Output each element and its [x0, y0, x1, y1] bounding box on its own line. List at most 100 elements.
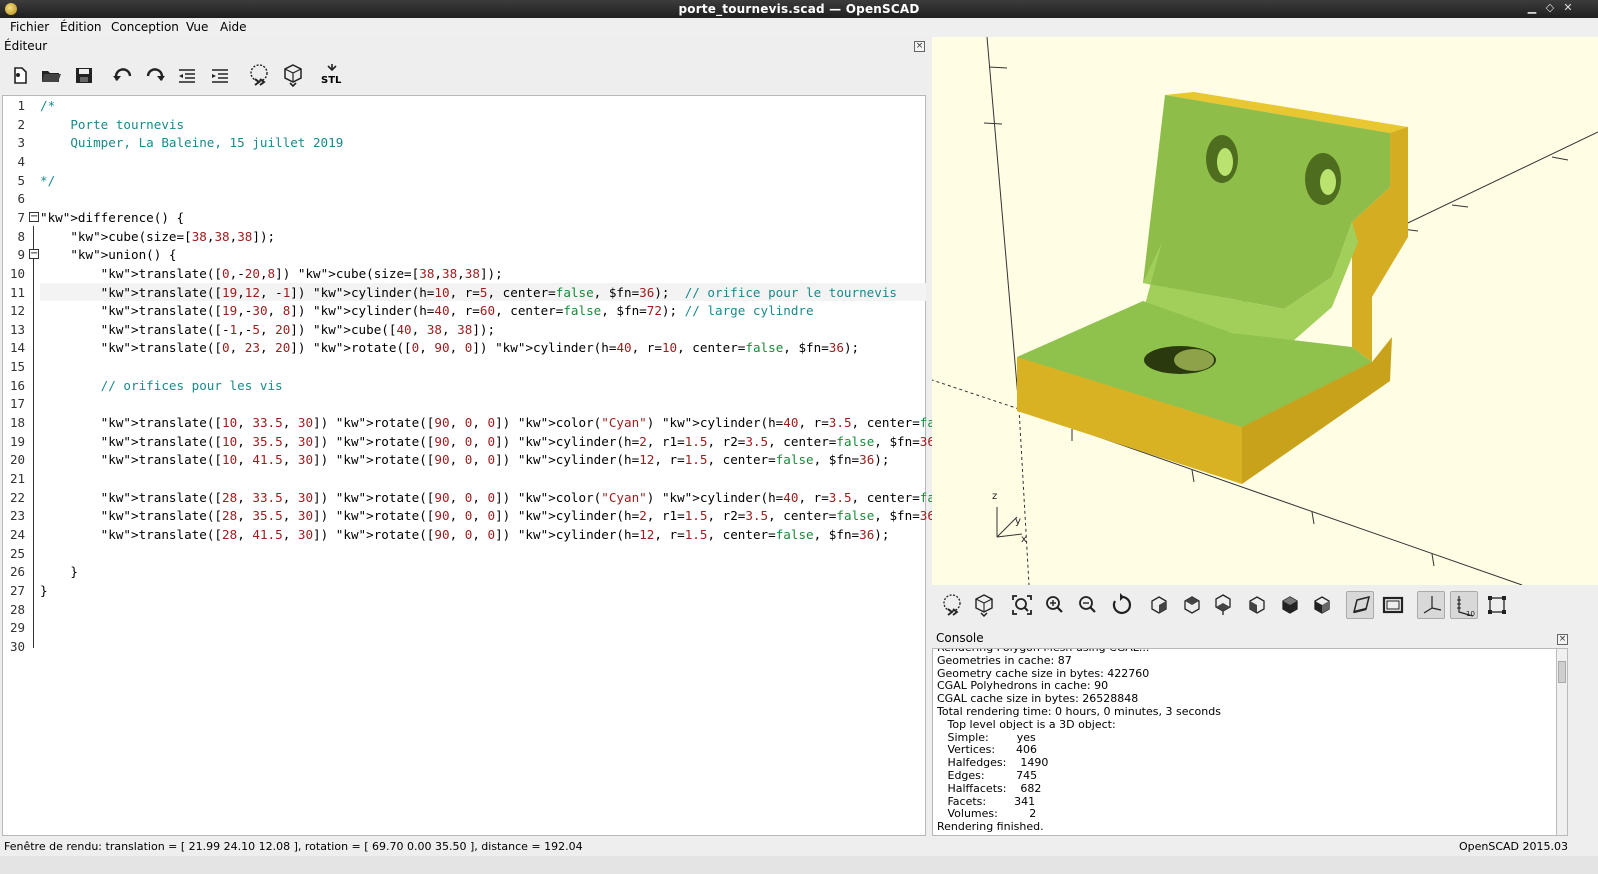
gizmo-x-label: x [1021, 534, 1027, 545]
preview-icon[interactable] [246, 62, 272, 88]
menu-aide[interactable]: Aide [220, 20, 247, 34]
show-edges-icon[interactable] [1483, 591, 1511, 619]
view-bottom-icon[interactable] [1209, 591, 1237, 619]
bottom-strip [0, 856, 1598, 874]
console-line: Geometry cache size in bytes: 422760 [937, 666, 1150, 680]
export-stl-icon[interactable]: STL [319, 62, 345, 88]
line-number: 2 [17, 116, 25, 132]
menu-conception[interactable]: Conception [111, 20, 179, 34]
view-all-icon[interactable] [1008, 591, 1036, 619]
code-line: "kw">translate([0,-20,8]) "kw">cube(size… [100, 265, 503, 281]
view-right-icon[interactable] [1145, 591, 1173, 619]
axis-z-negative [1018, 408, 1030, 585]
render-viewport[interactable]: z y x [932, 37, 1598, 585]
statusbar: Fenêtre de rendu: translation = [ 21.99 … [0, 838, 1598, 856]
gizmo-y [996, 516, 1018, 538]
code-line: // orifices pour les vis [40, 377, 283, 393]
axis-x-negative [932, 379, 1020, 410]
axis-z [986, 37, 1020, 410]
status-version: OpenSCAD 2015.03 [1458, 840, 1568, 853]
line-number: 15 [9, 359, 25, 375]
render-canvas: z y x [932, 37, 1598, 585]
render-icon[interactable] [280, 62, 306, 88]
indent-icon[interactable] [208, 62, 234, 88]
model-screw-hole-left-inner [1217, 148, 1233, 176]
line-number: 5 [17, 172, 25, 188]
console-close-icon[interactable]: × [1557, 634, 1568, 645]
render-icon[interactable] [970, 591, 998, 619]
line-number-gutter: 1 2 3 4 5 6 7 8 9 10 11 12 13 14 15 16 17 18 19 20 21 22 23 24 2… [3, 96, 40, 835]
line-number: 27 [9, 582, 25, 598]
view-toolbar: 10 [932, 586, 1598, 624]
console-line: Simple: yes [937, 730, 1036, 744]
line-number: 17 [9, 396, 25, 412]
console-line: Facets: 341 [937, 794, 1036, 808]
close-icon[interactable]: ✕ [1561, 1, 1575, 15]
open-icon[interactable] [38, 62, 64, 88]
line-number: 21 [9, 471, 25, 486]
orthogonal-icon[interactable] [1379, 591, 1407, 619]
status-render-info: Fenêtre de rendu: translation = [ 21.99 … [4, 840, 583, 853]
view-front-icon[interactable] [1276, 591, 1304, 619]
line-number: 14 [9, 340, 25, 356]
code-line: } [40, 564, 78, 580]
editor-dock-header: Éditeur × [0, 37, 930, 55]
editor-close-icon[interactable]: × [914, 41, 925, 52]
line-number: 30 [9, 638, 25, 654]
code-line: "kw">difference() { [40, 209, 185, 225]
console-output[interactable]: Rendering Polygon Mesh using CGAL...Geom… [932, 648, 1558, 836]
line-number: 25 [9, 545, 25, 561]
line-number: 13 [9, 321, 25, 337]
menu-edition[interactable]: Édition [60, 20, 102, 34]
line-number: 28 [9, 601, 25, 617]
line-number: 1 [17, 98, 25, 113]
line-number: 6 [17, 191, 25, 207]
redo-icon[interactable] [142, 62, 168, 88]
reset-view-icon[interactable] [1107, 591, 1135, 619]
view-left-icon[interactable] [1243, 591, 1271, 619]
console-line: Halffacets: 682 [937, 781, 1042, 795]
console-line: CGAL cache size in bytes: 26528848 [937, 692, 1139, 706]
view-top-icon[interactable] [1178, 591, 1206, 619]
unindent-icon[interactable] [175, 62, 201, 88]
code-line: "kw">translate([10, 41.5, 30]) "kw">rota… [100, 452, 890, 468]
console-line: CGAL Polyhedrons in cache: 90 [937, 679, 1109, 693]
line-number: 9 [17, 247, 25, 263]
minimize-icon[interactable]: ▁ [1525, 1, 1539, 15]
undo-icon[interactable] [110, 62, 136, 88]
show-axes-icon[interactable] [1417, 591, 1445, 619]
line-number: 18 [9, 415, 25, 431]
zoom-out-icon[interactable] [1074, 591, 1102, 619]
console-line: Top level object is a 3D object: [937, 717, 1116, 731]
window-title: porte_tournevis.scad — OpenSCAD [678, 2, 920, 16]
fold-marker[interactable]: − [29, 212, 39, 222]
console-line: Volumes: 2 [937, 807, 1037, 821]
menu-vue[interactable]: Vue [186, 20, 208, 34]
console-title: Console [936, 631, 984, 645]
show-scale-icon[interactable]: 10 [1450, 591, 1478, 619]
new-icon[interactable] [7, 62, 33, 88]
code-line: Quimper, La Baleine, 15 juillet 2019 [40, 135, 344, 151]
menu-fichier[interactable]: Fichier [10, 20, 49, 34]
code-line: */ [40, 172, 56, 188]
code-editor[interactable]: 1 2 3 4 5 6 7 8 9 10 11 12 13 14 15 16 17 18 19 20 21 22 23 24 2… [2, 95, 1034, 836]
preview-icon[interactable] [938, 591, 966, 619]
code-line: "kw">translate([19,12, -1]) "kw">cylinde… [100, 284, 897, 300]
save-icon[interactable] [71, 62, 97, 88]
gizmo-y-label: y [1015, 516, 1021, 527]
console-line: Edges: 745 [937, 769, 1038, 782]
line-number: 29 [9, 620, 25, 636]
zoom-in-icon[interactable] [1041, 591, 1069, 619]
line-number: 7 [17, 209, 25, 225]
code-line: } [40, 582, 48, 598]
fold-marker[interactable]: − [29, 249, 39, 259]
line-number: 19 [9, 433, 25, 449]
perspective-icon[interactable] [1346, 591, 1374, 619]
console-scrollbar[interactable] [1556, 648, 1568, 836]
svg-text:10: 10 [1466, 610, 1475, 618]
code-line: Porte tournevis [40, 116, 185, 132]
maximize-icon[interactable]: ◇ [1543, 1, 1557, 15]
export-stl-label: STL [321, 75, 342, 86]
console-scroll-thumb[interactable] [1558, 661, 1566, 683]
view-back-icon[interactable] [1308, 591, 1336, 619]
